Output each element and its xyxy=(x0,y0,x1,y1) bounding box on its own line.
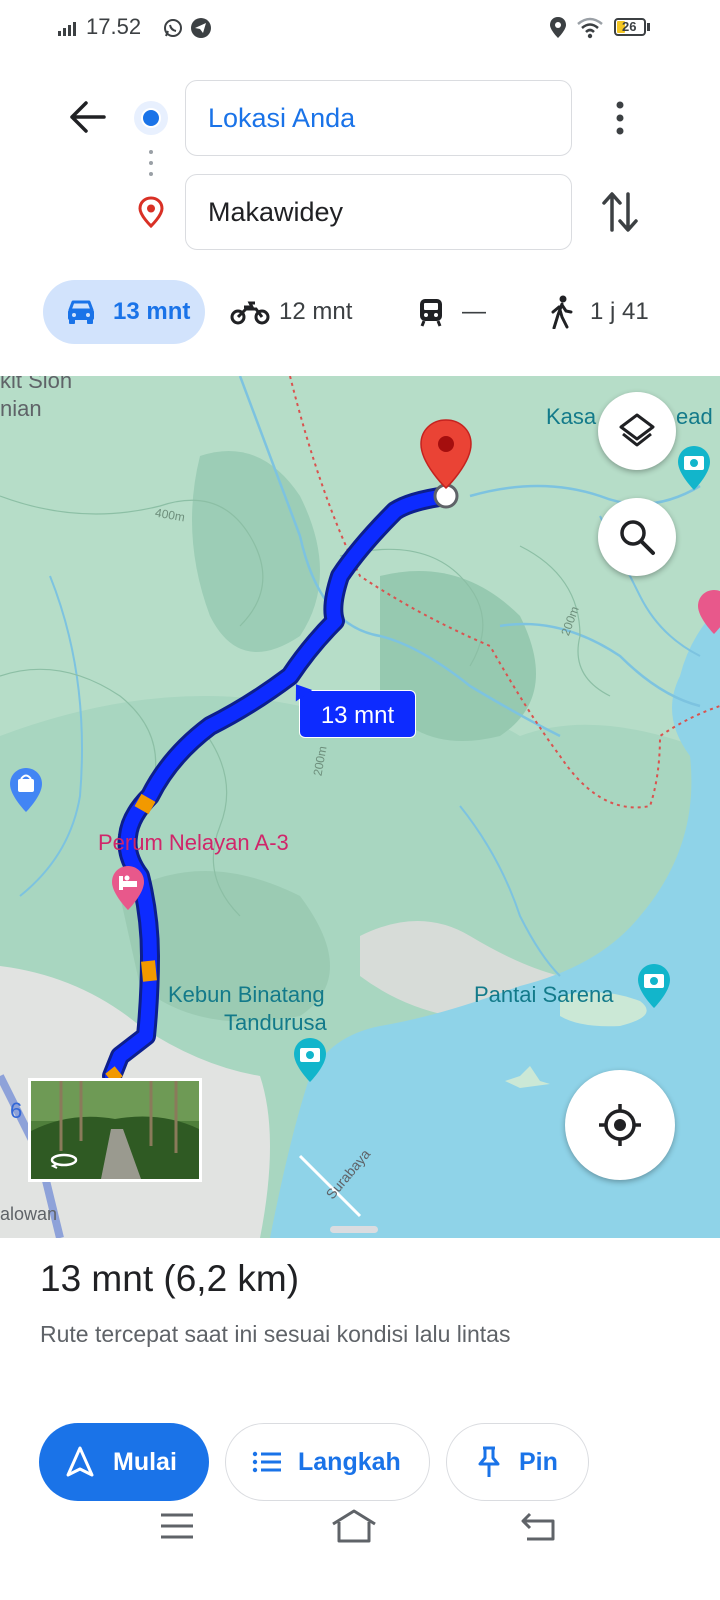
transit-icon xyxy=(420,299,442,327)
signal-icon xyxy=(58,20,82,36)
destination-pin-icon xyxy=(138,196,164,228)
route-time-bubble-label: 13 mnt xyxy=(320,702,395,729)
layers-icon xyxy=(619,413,655,447)
route-summary-title: 13 mnt (6,2 km) xyxy=(40,1258,300,1299)
car-icon xyxy=(68,300,94,324)
map-label-kasa[interactable]: Kasa xyxy=(546,404,596,430)
more-options-icon[interactable] xyxy=(606,98,634,138)
pin-button[interactable]: Pin xyxy=(446,1423,589,1501)
route-summary-subtitle: Rute tercepat saat ini sesuai kondisi la… xyxy=(40,1321,511,1347)
shopping-poi-icon[interactable] xyxy=(6,766,46,814)
layers-button[interactable] xyxy=(598,392,676,470)
camera-poi-icon-kasa[interactable] xyxy=(674,444,714,492)
map-label-sion-2: nian xyxy=(0,396,42,421)
mode-transit[interactable]: — xyxy=(418,280,498,344)
home-nav-icon[interactable] xyxy=(330,1508,378,1544)
mode-car-label: 13 mnt xyxy=(113,298,191,325)
swap-directions-icon[interactable] xyxy=(600,190,640,234)
map-label-perum[interactable]: Perum Nelayan A-3 xyxy=(98,830,289,856)
start-button[interactable]: Mulai xyxy=(39,1423,209,1501)
camera-poi-icon-kebun[interactable] xyxy=(290,1036,330,1084)
location-icon xyxy=(550,17,566,38)
origin-field[interactable]: Lokasi Anda xyxy=(185,80,572,156)
camera-poi-icon-pantai[interactable] xyxy=(634,962,674,1010)
map-label-kasa-right[interactable]: ead xyxy=(676,404,713,430)
search-map-button[interactable] xyxy=(598,498,676,576)
whatsapp-icon xyxy=(164,19,182,37)
status-bar: 17.52 26 xyxy=(0,0,720,56)
my-location-button[interactable] xyxy=(565,1070,675,1180)
360-rotate-icon xyxy=(50,1153,78,1169)
street-view-thumbnail[interactable] xyxy=(28,1078,202,1182)
map-label-edge-6: 6 xyxy=(10,1098,23,1123)
mode-car[interactable]: 13 mnt xyxy=(43,280,205,344)
motorcycle-icon xyxy=(230,301,270,325)
origin-value: Lokasi Anda xyxy=(208,103,356,133)
poi-edge-icon[interactable] xyxy=(694,588,720,636)
map-view[interactable]: kit Sion nian Kasa ead Perum Nelayan A-3… xyxy=(0,376,720,1238)
map-label-edge-bottom: alowan xyxy=(0,1204,58,1224)
menu-nav-icon[interactable] xyxy=(160,1512,194,1540)
mode-transit-label: — xyxy=(462,298,486,325)
mode-motorcycle[interactable]: 12 mnt xyxy=(230,280,370,344)
navigation-arrow-icon xyxy=(66,1446,94,1477)
pin-icon xyxy=(478,1446,500,1477)
telegram-icon xyxy=(191,18,211,38)
mode-walk[interactable]: 1 j 41 xyxy=(548,280,658,344)
search-icon xyxy=(620,520,655,555)
back-nav-icon[interactable] xyxy=(520,1510,556,1542)
wifi-icon xyxy=(577,17,603,39)
sheet-drag-handle[interactable] xyxy=(330,1226,378,1233)
destination-field[interactable]: Makawidey xyxy=(185,174,572,250)
pin-button-label: Pin xyxy=(519,1447,558,1476)
walk-icon xyxy=(551,295,573,329)
map-label-pantai[interactable]: Pantai Sarena xyxy=(474,982,613,1008)
battery-icon: 26 xyxy=(614,18,646,36)
back-arrow-icon[interactable] xyxy=(68,100,106,134)
route-connector-dots xyxy=(149,150,153,178)
map-label-sion-1: kit Sion xyxy=(0,376,73,393)
list-icon xyxy=(252,1451,281,1473)
steps-button[interactable]: Langkah xyxy=(225,1423,430,1501)
origin-dot-icon xyxy=(134,101,168,135)
route-time-bubble[interactable]: 13 mnt xyxy=(287,678,416,738)
destination-value: Makawidey xyxy=(208,197,344,227)
status-time: 17.52 xyxy=(86,14,142,39)
mode-walk-label: 1 j 41 xyxy=(590,298,649,325)
start-button-label: Mulai xyxy=(113,1447,177,1476)
battery-level: 26 xyxy=(622,19,637,34)
steps-button-label: Langkah xyxy=(298,1447,401,1476)
map-label-kebun-1[interactable]: Kebun Binatang xyxy=(168,982,325,1008)
my-location-icon xyxy=(599,1104,641,1146)
mode-motorcycle-label: 12 mnt xyxy=(279,298,353,325)
hotel-poi-icon[interactable] xyxy=(108,864,148,912)
map-label-kebun-2[interactable]: Tandurusa xyxy=(224,1010,327,1036)
